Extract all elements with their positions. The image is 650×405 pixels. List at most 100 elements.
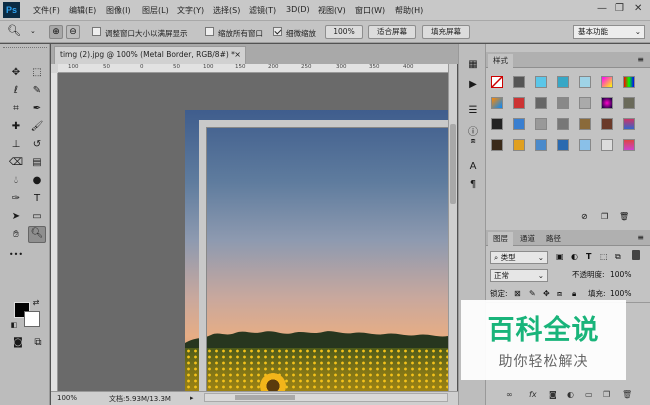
history-panel-icon[interactable]: ▦: [466, 58, 480, 72]
quick-select-tool-icon[interactable]: ✎: [29, 84, 45, 98]
horizontal-scrollbar[interactable]: [204, 393, 448, 402]
canvas-area[interactable]: [58, 73, 448, 391]
properties-panel-icon[interactable]: ☰: [466, 104, 480, 118]
style-swatch[interactable]: [579, 118, 591, 130]
ruler-origin[interactable]: [51, 64, 58, 73]
vertical-scrollbar[interactable]: [448, 64, 457, 391]
paragraph-panel-icon[interactable]: ¶: [466, 178, 480, 192]
default-colors-icon[interactable]: ◧: [9, 318, 19, 332]
layer-filter-select[interactable]: ⌕ 类型 ⌄: [490, 251, 548, 264]
menu-view[interactable]: 视图(V): [318, 5, 346, 16]
smart-object-filter-icon[interactable]: ⧉: [615, 252, 621, 262]
swap-colors-icon[interactable]: ⇄: [31, 296, 41, 310]
move-tool-icon[interactable]: ✥: [8, 66, 24, 80]
style-swatch[interactable]: [579, 139, 591, 151]
menu-select[interactable]: 选择(S): [213, 5, 240, 16]
style-swatch[interactable]: [601, 118, 613, 130]
delete-layer-icon[interactable]: 🗑︎: [622, 390, 632, 399]
character-panel-icon[interactable]: A: [466, 160, 480, 174]
new-layer-icon[interactable]: ❐: [603, 390, 610, 399]
zoom-tool-icon[interactable]: 🔍︎: [7, 24, 21, 37]
add-mask-icon[interactable]: ◙: [549, 390, 557, 399]
tab-channels[interactable]: 通道: [520, 233, 535, 244]
style-swatch[interactable]: [601, 139, 613, 151]
adjustment-filter-icon[interactable]: ◐: [571, 252, 578, 261]
restore-button[interactable]: ❐: [615, 3, 624, 14]
blend-mode-select[interactable]: 正常 ⌄: [490, 269, 548, 282]
shape-filter-icon[interactable]: ⬚: [600, 252, 608, 261]
hand-tool-icon[interactable]: ✋︎: [8, 228, 24, 242]
style-swatch[interactable]: [535, 76, 547, 88]
resize-window-checkbox[interactable]: [92, 27, 101, 36]
zoom-in-icon[interactable]: ⊕: [49, 25, 63, 39]
lock-artboard-icon[interactable]: ⧈: [557, 289, 562, 299]
tab-styles[interactable]: 样式: [488, 54, 513, 68]
style-swatch[interactable]: [623, 118, 635, 130]
style-swatch[interactable]: [623, 139, 635, 151]
style-swatch[interactable]: [623, 97, 635, 109]
filter-toggle-icon[interactable]: [632, 250, 640, 260]
more-tools-icon[interactable]: •••: [8, 248, 24, 262]
style-none-swatch[interactable]: [491, 76, 503, 88]
healing-brush-tool-icon[interactable]: ✚: [8, 120, 24, 134]
menu-layer[interactable]: 图层(L): [142, 5, 169, 16]
style-swatch[interactable]: [535, 139, 547, 151]
dodge-tool-icon[interactable]: ●: [29, 174, 45, 188]
style-swatch[interactable]: [623, 76, 635, 88]
horizontal-scroll-thumb[interactable]: [235, 395, 295, 400]
zoom-100-button[interactable]: 100%: [325, 25, 363, 39]
style-swatch[interactable]: [513, 97, 525, 109]
style-swatch[interactable]: [557, 97, 569, 109]
opacity-value[interactable]: 100%: [610, 268, 631, 283]
type-tool-icon[interactable]: T: [29, 192, 45, 206]
eraser-tool-icon[interactable]: ⌫: [8, 156, 24, 170]
style-swatch[interactable]: [557, 139, 569, 151]
background-color-swatch[interactable]: [24, 311, 40, 327]
menu-3d[interactable]: 3D(D): [286, 5, 310, 14]
rectangle-tool-icon[interactable]: ▭: [29, 210, 45, 224]
vertical-scroll-thumb[interactable]: [450, 124, 456, 204]
horizontal-ruler[interactable]: 100 50 0 50 100 150 200 250 300 350 400: [58, 64, 448, 73]
panel-menu-icon[interactable]: ≡: [637, 55, 644, 64]
menu-help[interactable]: 帮助(H): [395, 5, 423, 16]
path-selection-tool-icon[interactable]: ➤: [8, 210, 24, 224]
menu-type[interactable]: 文字(Y): [177, 5, 204, 16]
pen-tool-icon[interactable]: ✑: [8, 192, 24, 206]
lasso-tool-icon[interactable]: ℓ: [8, 84, 24, 98]
fit-screen-button[interactable]: 适合屏幕: [368, 25, 416, 39]
style-swatch[interactable]: [513, 76, 525, 88]
blur-tool-icon[interactable]: 💧︎: [8, 174, 24, 188]
lock-pixels-icon[interactable]: ✎: [529, 289, 536, 298]
menu-image[interactable]: 图像(I): [106, 5, 131, 16]
tab-layers[interactable]: 图层: [488, 232, 513, 246]
style-swatch[interactable]: [601, 76, 613, 88]
history-brush-tool-icon[interactable]: ↺: [29, 138, 45, 152]
eyedropper-tool-icon[interactable]: ✒: [29, 102, 45, 116]
quick-mask-icon[interactable]: ◙: [10, 336, 26, 350]
vertical-ruler[interactable]: [51, 73, 58, 391]
marquee-tool-icon[interactable]: ⬚: [29, 66, 45, 80]
menu-window[interactable]: 窗口(W): [355, 5, 385, 16]
tab-paths[interactable]: 路径: [546, 233, 561, 244]
clone-source-panel-icon[interactable]: ⧈: [466, 134, 480, 148]
style-swatch[interactable]: [601, 97, 613, 109]
zoom-tool-icon[interactable]: 🔍︎: [28, 226, 46, 243]
close-window-button[interactable]: ✕: [634, 3, 642, 14]
style-swatch[interactable]: [491, 139, 503, 151]
scrubby-zoom-checkbox[interactable]: [273, 27, 282, 36]
panel-grip[interactable]: [3, 47, 47, 51]
new-style-icon[interactable]: ❐: [601, 212, 608, 221]
menu-file[interactable]: 文件(F): [33, 5, 60, 16]
layer-effects-icon[interactable]: fx: [529, 390, 537, 399]
zoom-out-icon[interactable]: ⊖: [66, 25, 80, 39]
minimize-button[interactable]: —: [597, 3, 607, 14]
lock-transparent-icon[interactable]: ⊠: [514, 289, 521, 298]
style-swatch[interactable]: [491, 118, 503, 130]
screen-mode-icon[interactable]: ⧉: [30, 336, 46, 350]
document-tab[interactable]: timg (2).jpg @ 100% (Metal Border, RGB/8…: [54, 46, 246, 64]
lock-all-icon[interactable]: 🔒︎: [572, 289, 576, 299]
panel-menu-icon[interactable]: ≡: [637, 233, 644, 242]
actions-panel-icon[interactable]: ▶: [466, 78, 480, 92]
type-filter-icon[interactable]: T: [586, 252, 591, 261]
menu-filter[interactable]: 滤镜(T): [249, 5, 276, 16]
